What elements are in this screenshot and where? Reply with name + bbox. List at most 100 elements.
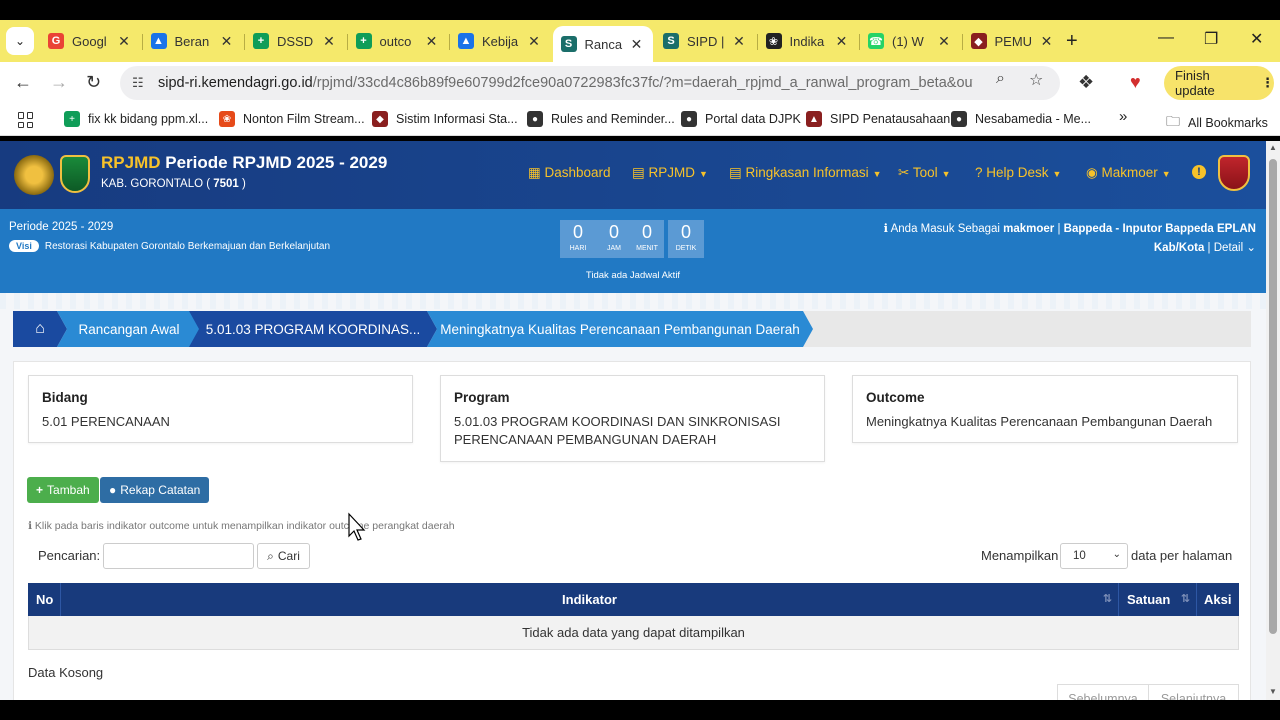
address-bar[interactable]: ☷ sipd-ri.kemendagri.go.id /rpjmd/33cd4c… [120, 66, 1060, 100]
tab-0[interactable]: G Googl ✕ [40, 26, 140, 56]
finish-update-button[interactable]: Finish update ⋮ [1164, 66, 1274, 100]
bookmark-1[interactable]: ❀ Nonton Film Stream... [219, 111, 365, 127]
tab-2[interactable]: + DSSD ✕ [245, 26, 345, 56]
bookmark-4[interactable]: ● Portal data DJPK [681, 111, 801, 127]
scrollbar-thumb[interactable] [1269, 159, 1277, 634]
tab-1[interactable]: ▲ Beran ✕ [143, 26, 243, 56]
app-title: RPJMD Periode RPJMD 2025 - 2029 [101, 153, 387, 173]
tab-9[interactable]: ◆ PEMU ✕ [963, 26, 1063, 56]
tab-close-icon[interactable]: ✕ [526, 33, 542, 50]
nav-dashboard[interactable]: ▦ Dashboard [528, 165, 611, 181]
page-scrollbar[interactable]: ▲ ▼ [1266, 141, 1280, 700]
tab-close-icon[interactable]: ✕ [219, 33, 235, 50]
chevron-down-icon[interactable]: ⌄ [1246, 242, 1256, 254]
kabupaten-logo [60, 155, 90, 193]
bookmarks-more-icon[interactable]: » [1119, 108, 1127, 125]
bookmark-6[interactable]: ● Nesabamedia - Me... [951, 111, 1091, 127]
tab-3[interactable]: + outco ✕ [348, 26, 448, 56]
bookmark-3[interactable]: ● Rules and Reminder... [527, 111, 675, 127]
page-size-select[interactable]: 10 ⌄ [1060, 543, 1128, 569]
tab-close-icon[interactable]: ✕ [1039, 33, 1055, 50]
restore-icon[interactable]: ❐ [1204, 29, 1218, 49]
scroll-up-icon[interactable]: ▲ [1269, 143, 1277, 152]
chatgpt-icon: ❀ [765, 33, 782, 49]
nav-ringkasan-informasi[interactable]: ▤ Ringkasan Informasi ▼ [729, 165, 882, 181]
info-box-value: 5.01.03 PROGRAM KOORDINASI DAN SINKRONIS… [454, 414, 781, 447]
new-tab-button[interactable]: + [1066, 30, 1078, 53]
search-input[interactable] [103, 543, 254, 569]
apps-grid-icon[interactable] [18, 112, 34, 128]
tab-4[interactable]: ▲ Kebija ✕ [450, 26, 550, 56]
bookmark-0[interactable]: + fix kk bidang ppm.xl... [64, 111, 208, 127]
site-info-icon[interactable]: ☷ [132, 75, 150, 91]
search-icon[interactable]: ⌕ [996, 70, 1005, 88]
tab-search-dropdown-icon[interactable]: ⌄ [6, 27, 34, 55]
detail-link[interactable]: Detail [1214, 242, 1243, 254]
bookmark-2[interactable]: ◆ Sistim Informasi Sta... [372, 111, 518, 127]
tab-6[interactable]: S SIPD | ✕ [655, 26, 755, 56]
kab-row: Kab/Kota | Detail ⌄ [1154, 240, 1256, 254]
col-no[interactable]: No [28, 583, 61, 616]
scroll-down-icon[interactable]: ▼ [1269, 687, 1277, 696]
tab-separator [449, 34, 450, 50]
bookmark-5[interactable]: ▲ SIPD Penatausahaan [806, 111, 950, 127]
nav-rpjmd[interactable]: ▤ RPJMD ▼ [632, 165, 708, 181]
rekap-catatan-button[interactable]: ● Rekap Catatan [100, 477, 210, 503]
sipd-icon: ▲ [806, 111, 822, 127]
countdown-label: DETIK [675, 245, 697, 252]
more-menu-icon[interactable]: ⋮ [1261, 75, 1274, 91]
pinwheel-icon: ❀ [219, 111, 235, 127]
tambah-button[interactable]: + Tambah [27, 477, 99, 503]
page-size-value: 10 [1073, 550, 1086, 562]
cari-button[interactable]: ⌕ Cari [257, 543, 310, 569]
tab-label: SIPD | [687, 33, 725, 49]
tab-close-icon[interactable]: ✕ [936, 33, 952, 50]
tab-close-icon[interactable]: ✕ [424, 33, 440, 50]
nav-help-desk[interactable]: ? Help Desk ▼ [975, 165, 1061, 180]
col-satuan[interactable]: Satuan ⇅ [1119, 583, 1197, 616]
breadcrumb-item-2[interactable]: 5.01.03 PROGRAM KOORDINAS... [189, 311, 437, 347]
info-icon: ℹ︎ [28, 520, 32, 532]
sipd-icon: S [663, 33, 679, 49]
extensions-icon[interactable]: ❖ [1078, 72, 1094, 93]
bookmark-label: SIPD Penatausahaan [830, 112, 951, 126]
countdown-label: JAM [607, 245, 621, 252]
reload-icon[interactable]: ↻ [86, 72, 101, 93]
minimize-icon[interactable]: — [1158, 29, 1174, 47]
countdown-value: 0 [680, 222, 691, 242]
sort-icon[interactable]: ⇅ [1181, 592, 1190, 605]
tab-close-icon[interactable]: ✕ [116, 33, 132, 50]
countdown-value: 0 [608, 222, 619, 242]
tab-close-icon[interactable]: ✕ [731, 33, 747, 50]
tab-5[interactable]: S Ranca ✕ [552, 26, 653, 62]
globe-icon: ● [527, 111, 543, 127]
close-window-icon[interactable]: ✕ [1250, 29, 1263, 49]
tab-close-icon[interactable]: ✕ [629, 36, 645, 53]
nav-label: RPJMD [648, 165, 696, 180]
bookmarks-bar: + fix kk bidang ppm.xl... ❀ Nonton Film Str… [0, 104, 1280, 136]
pagination-prev[interactable]: Sebelumnya [1057, 684, 1149, 700]
warning-icon[interactable]: ! [1192, 165, 1206, 179]
tab-7[interactable]: ❀ Indika ✕ [758, 26, 858, 56]
whatsapp-icon: ☎ [868, 33, 884, 49]
tab-close-icon[interactable]: ✕ [834, 33, 850, 50]
extension-m-icon[interactable]: ♥ [1130, 72, 1141, 93]
dashboard-icon: ▦ [528, 165, 545, 180]
login-prefix: Anda Masuk Sebagai [890, 223, 1004, 235]
page-size-suffix: data per halaman [1131, 548, 1233, 563]
forward-icon[interactable]: → [50, 72, 68, 93]
pagination-next[interactable]: Selanjutnya [1149, 684, 1239, 700]
tab-close-icon[interactable]: ✕ [321, 33, 337, 50]
col-indikator[interactable]: Indikator ⇅ [61, 583, 1119, 616]
home-icon: ⌂ [35, 320, 45, 337]
tab-8[interactable]: ☎ (1) W ✕ [860, 26, 960, 56]
tab-separator [859, 34, 860, 50]
sort-icon[interactable]: ⇅ [1103, 592, 1112, 605]
all-bookmarks[interactable]: 🗀 All Bookmarks [1166, 111, 1268, 135]
breadcrumb-item-1[interactable]: Rancangan Awal [57, 311, 201, 347]
subtitle-prefix: KAB. GORONTALO ( [101, 178, 214, 190]
back-icon[interactable]: ← [14, 72, 32, 93]
bookmark-star-icon[interactable]: ☆ [1029, 70, 1043, 90]
nav-makmoer[interactable]: ◉ Makmoer ▼ [1086, 165, 1171, 181]
nav-tool[interactable]: ✂ Tool ▼ [898, 165, 951, 181]
